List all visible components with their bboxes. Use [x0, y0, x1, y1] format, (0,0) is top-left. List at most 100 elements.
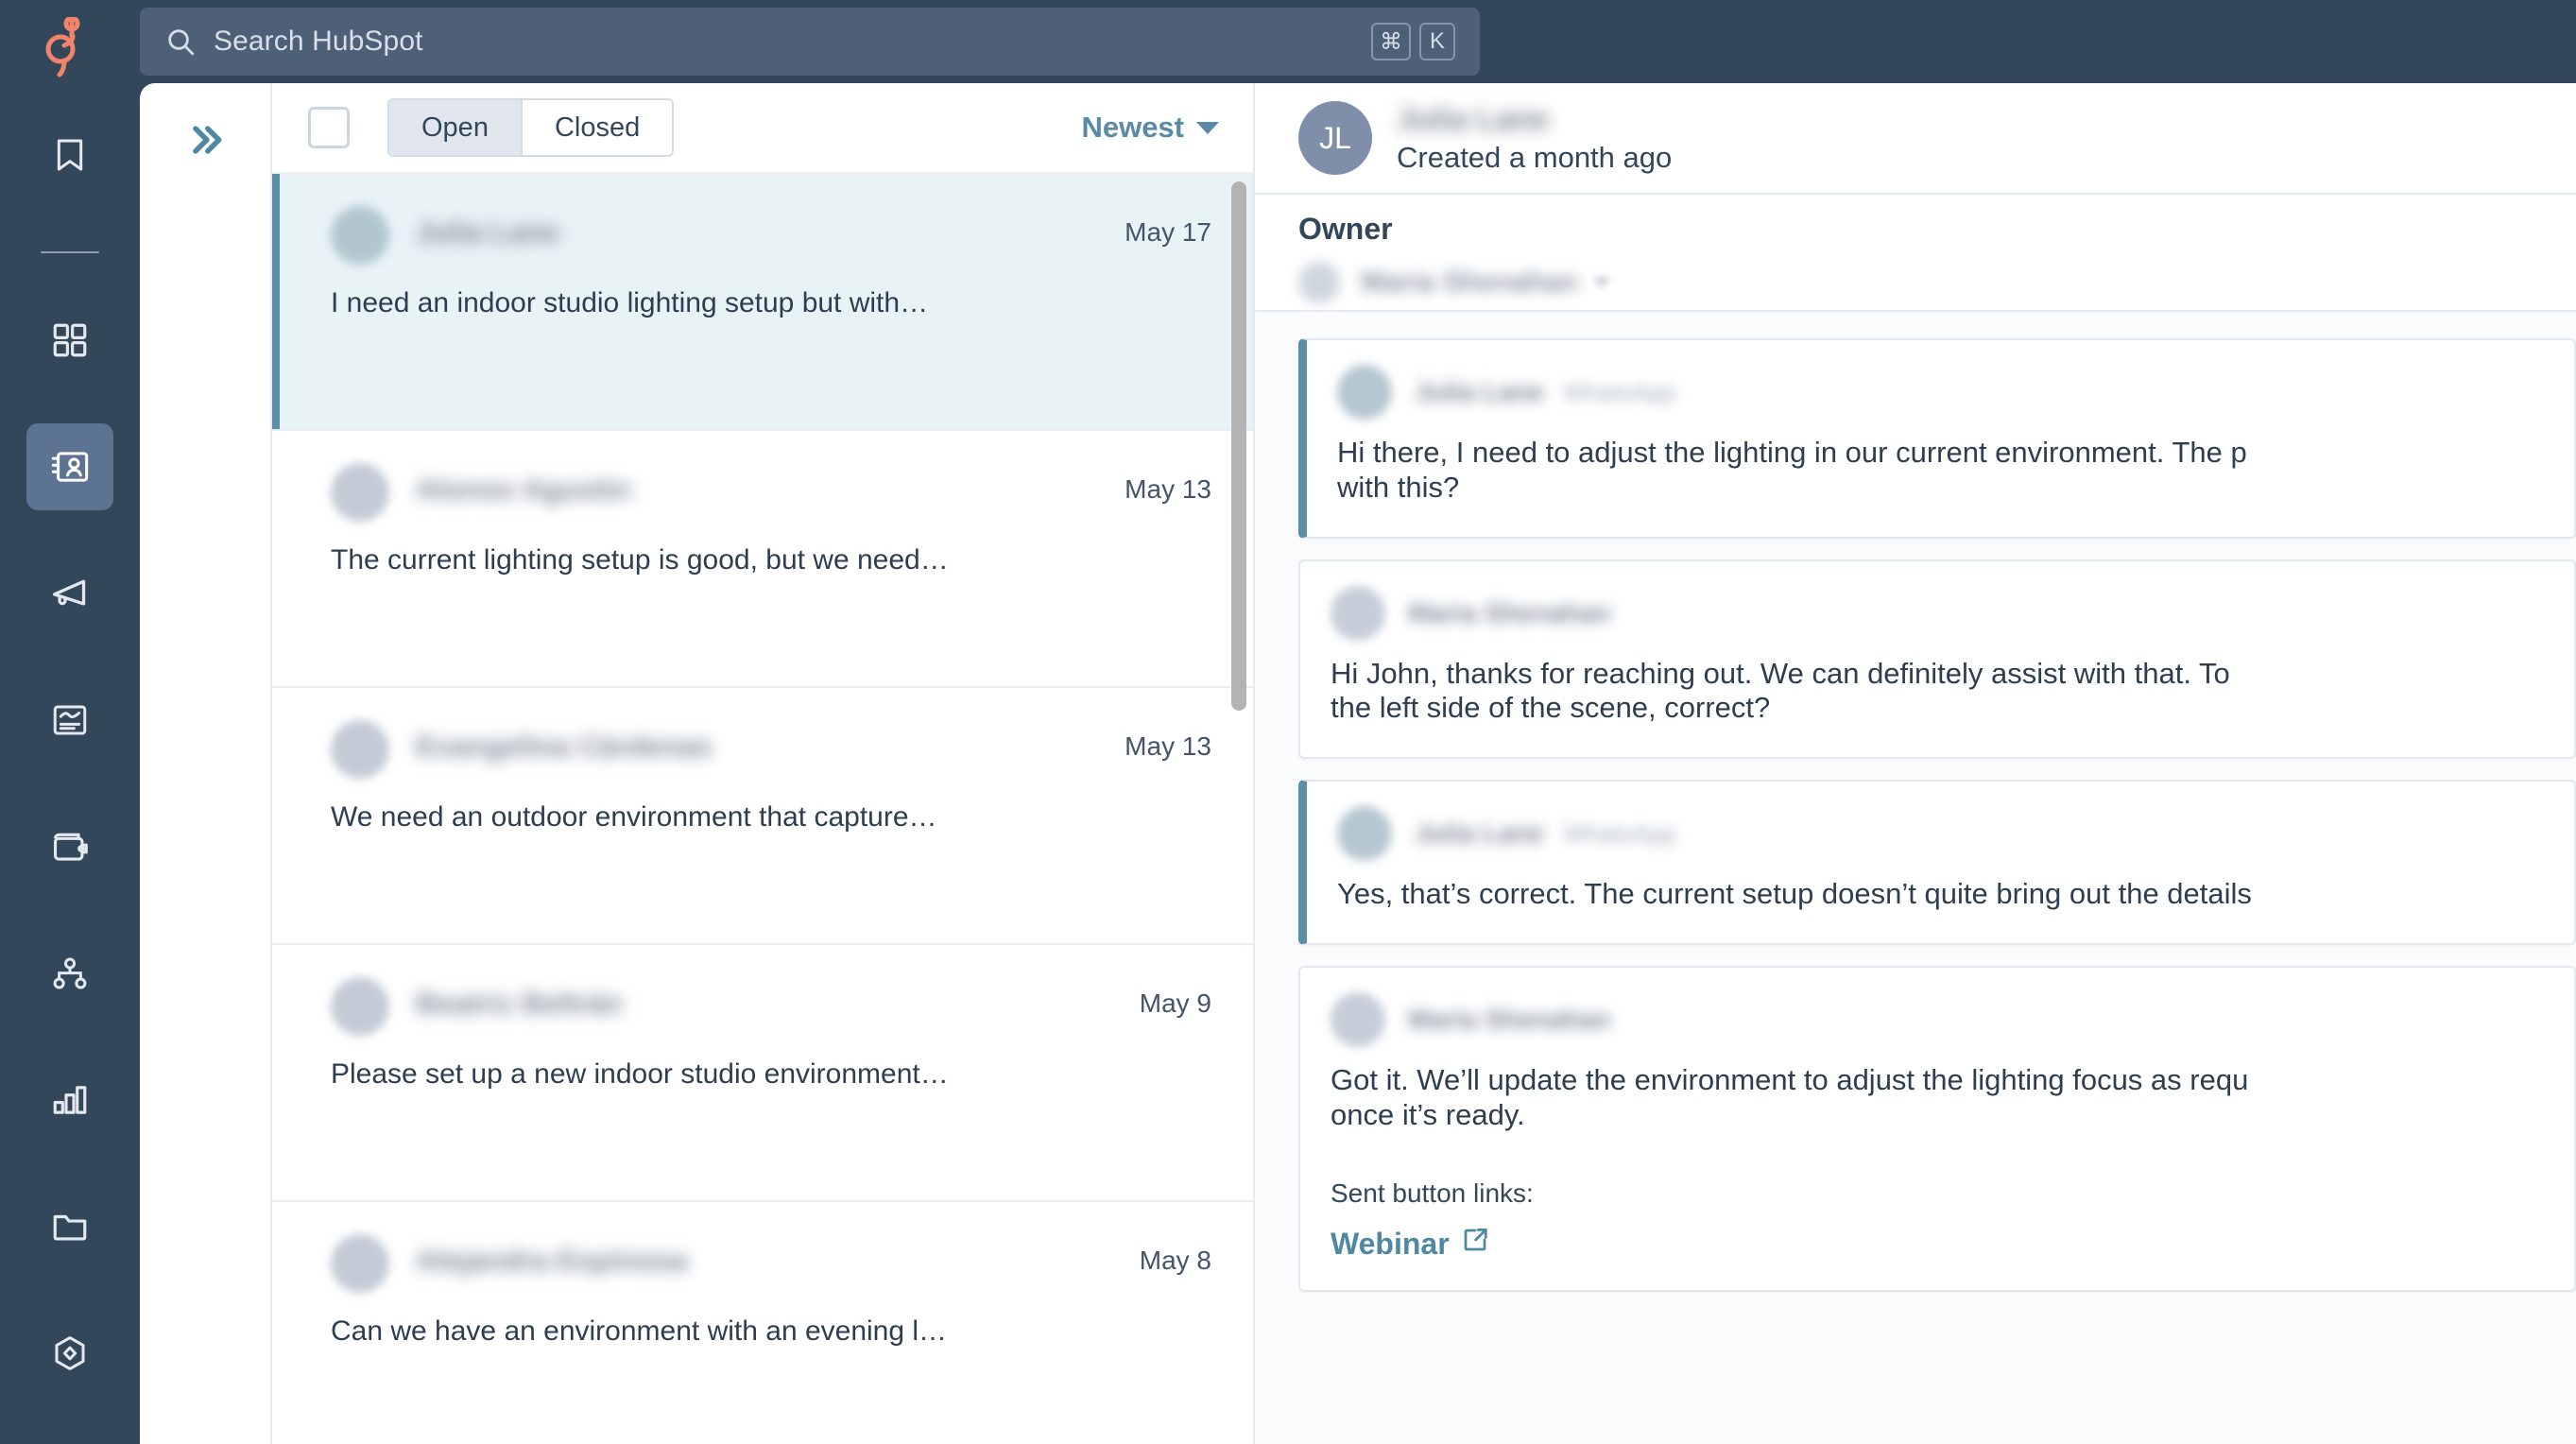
- thread-header: JL Julia Lane Created a month ago: [1255, 83, 2576, 195]
- select-all-checkbox[interactable]: [308, 107, 350, 148]
- conversation-row[interactable]: Alonso Agustin May 13 The current lighti…: [272, 431, 1253, 688]
- tab-open[interactable]: Open: [389, 100, 523, 155]
- message-header: Julia Lane WhatsApp: [1337, 365, 2542, 420]
- conversation-sender-name: Alonso Agustin: [416, 473, 631, 506]
- conversation-preview: We need an outdoor environment that capt…: [331, 801, 937, 833]
- megaphone-icon: [49, 575, 91, 612]
- webinar-link[interactable]: Webinar: [1331, 1226, 2542, 1262]
- conversation-row[interactable]: Beatriz Beltrán May 9 Please set up a ne…: [272, 945, 1253, 1202]
- message-bubble[interactable]: Maria Shenahan Got it. We’ll update the …: [1298, 965, 2576, 1293]
- sort-dropdown-label: Newest: [1081, 111, 1184, 144]
- sidebar-item-crm-contacts[interactable]: [26, 423, 113, 510]
- conversation-row[interactable]: Alejandra Espinosa May 8 Can we have an …: [272, 1202, 1253, 1444]
- inbox-surface: Open Closed Newest Julia Lane May 17 I n…: [140, 83, 2576, 1444]
- avatar: [1337, 365, 1392, 420]
- conversation-row[interactable]: Julia Lane May 17 I need an indoor studi…: [272, 174, 1253, 431]
- status-filter-tabs: Open Closed: [387, 98, 675, 157]
- avatar: [1337, 806, 1392, 862]
- conversation-row-header: Julia Lane May 17: [331, 206, 1211, 265]
- owner-selector[interactable]: Maria Shenahan: [1298, 262, 2576, 303]
- sent-links-label: Sent button links:: [1331, 1178, 1534, 1209]
- avatar: [331, 206, 389, 265]
- avatar: [1298, 262, 1340, 303]
- conversation-preview: Please set up a new indoor studio enviro…: [331, 1058, 949, 1090]
- top-bar: Search HubSpot ⌘ K: [140, 0, 2576, 83]
- message-sender: Maria Shenahan: [1408, 597, 1611, 627]
- sidebar-item-library[interactable]: [26, 1183, 113, 1270]
- conversation-sender-name: Alejandra Espinosa: [416, 1244, 688, 1277]
- grid-icon: [50, 320, 90, 360]
- conversation-preview: Can we have an environment with an eveni…: [331, 1315, 948, 1347]
- sidebar-item-content[interactable]: [26, 677, 113, 764]
- nav-divider: [41, 251, 99, 253]
- sort-dropdown[interactable]: Newest: [1081, 111, 1219, 145]
- avatar: [331, 1234, 389, 1293]
- conversation-row-header: Alonso Agustin May 13: [331, 463, 1211, 522]
- message-channel: WhatsApp: [1562, 818, 1676, 848]
- conversation-list-scrollbar[interactable]: [1231, 181, 1246, 711]
- sidebar-item-reporting[interactable]: [26, 1057, 113, 1143]
- chevron-down-icon: [1196, 121, 1219, 134]
- avatar: [331, 977, 389, 1036]
- message-sender: Maria Shenahan: [1408, 1004, 1611, 1034]
- search-input[interactable]: Search HubSpot: [214, 26, 423, 58]
- chevron-down-icon: [1593, 278, 1611, 287]
- message-thread: Julia Lane WhatsApp Hi there, I need to …: [1255, 312, 2576, 1444]
- tab-closed[interactable]: Closed: [522, 100, 673, 155]
- conversation-row-header: Beatriz Beltrán May 9: [331, 977, 1211, 1036]
- conversation-row[interactable]: Evangelina Cárdenas May 13 We need an ou…: [272, 688, 1253, 945]
- message-bubble[interactable]: Maria Shenahan Hi John, thanks for reach…: [1298, 559, 2576, 760]
- kbd-k: K: [1419, 23, 1455, 60]
- thread-column: JL Julia Lane Created a month ago Owner …: [1255, 83, 2576, 1444]
- search-shortcut-hint: ⌘ K: [1371, 23, 1455, 60]
- expand-sidebar-button[interactable]: [171, 112, 239, 172]
- folder-icon: [50, 1209, 90, 1245]
- message-sender: Julia Lane: [1415, 377, 1544, 406]
- conversation-list-toolbar: Open Closed Newest: [272, 83, 1253, 174]
- thread-header-text: Julia Lane Created a month ago: [1397, 101, 1672, 175]
- owner-name: Maria Shenahan: [1361, 266, 1579, 298]
- conversation-date: May 13: [1125, 474, 1211, 504]
- inbox-sidebar-rail: [140, 83, 272, 1444]
- sidebar-item-bookmarks[interactable]: [26, 112, 113, 198]
- message-header: Julia Lane WhatsApp: [1337, 806, 2542, 862]
- global-nav-rail: [0, 0, 140, 1444]
- workflow-icon: [50, 954, 90, 992]
- conversation-list-scroll: Julia Lane May 17 I need an indoor studi…: [272, 174, 1253, 1444]
- conversation-date: May 13: [1125, 731, 1211, 761]
- sidebar-item-marketing[interactable]: [26, 550, 113, 637]
- message-text-line2: with this?: [1337, 470, 1460, 504]
- thread-created-time: Created a month ago: [1397, 140, 1673, 174]
- kbd-command: ⌘: [1371, 23, 1411, 60]
- sidebar-item-automations[interactable]: [26, 930, 113, 1017]
- global-search-box[interactable]: Search HubSpot ⌘ K: [140, 8, 1480, 76]
- conversation-row-header: Alejandra Espinosa May 8: [331, 1234, 1211, 1293]
- message-header: Maria Shenahan: [1331, 991, 2542, 1047]
- avatar: [331, 720, 389, 779]
- contacts-icon: [48, 446, 92, 488]
- hubspot-sprocket-logo[interactable]: [28, 9, 112, 85]
- content-icon: [50, 701, 90, 739]
- conversation-row-header: Evangelina Cárdenas May 13: [331, 720, 1211, 779]
- conversation-preview: I need an indoor studio lighting setup b…: [331, 287, 929, 318]
- conversation-date: May 17: [1125, 217, 1211, 247]
- sidebar-item-data-management[interactable]: [26, 1310, 113, 1397]
- avatar: JL: [1298, 101, 1372, 175]
- message-text-line2: the left side of the scene, correct?: [1331, 691, 1771, 725]
- message-sender: Julia Lane: [1415, 818, 1544, 849]
- avatar: [1331, 991, 1385, 1047]
- avatar: [1331, 585, 1385, 641]
- sidebar-item-commerce[interactable]: [26, 803, 113, 890]
- double-chevron-right-icon: [183, 119, 227, 165]
- message-text-line2: once it’s ready.: [1331, 1097, 1525, 1131]
- avatar: [331, 463, 389, 522]
- bookmark-icon: [51, 134, 89, 176]
- sidebar-item-workspaces[interactable]: [26, 297, 113, 384]
- conversation-list-column: Open Closed Newest Julia Lane May 17 I n…: [272, 83, 1255, 1444]
- external-link-icon: [1461, 1226, 1489, 1262]
- app-root: Search HubSpot ⌘ K Open Closed Newest Ju…: [0, 0, 2576, 1444]
- message-bubble[interactable]: Julia Lane WhatsApp Yes, that’s correct.…: [1298, 780, 2576, 945]
- message-header: Maria Shenahan: [1331, 585, 2542, 641]
- hex-target-icon: [50, 1333, 90, 1373]
- message-bubble[interactable]: Julia Lane WhatsApp Hi there, I need to …: [1298, 338, 2576, 539]
